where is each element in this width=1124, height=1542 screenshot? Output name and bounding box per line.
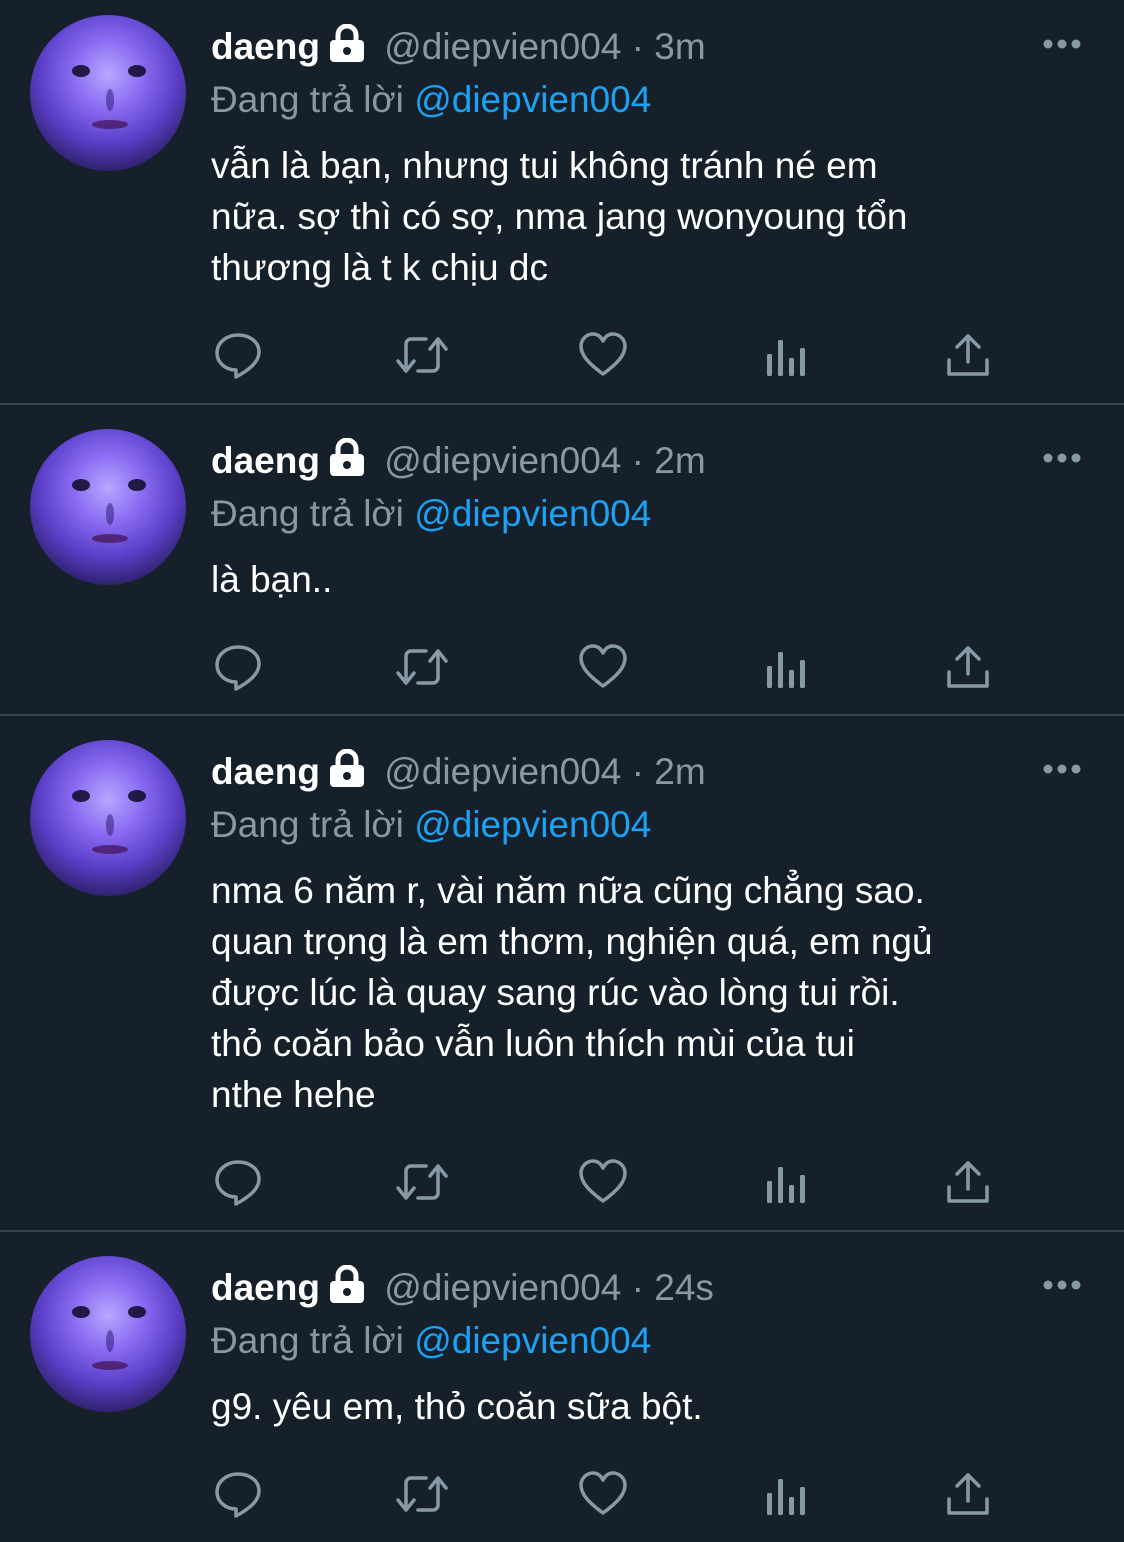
tweet-text: vẫn là bạn, nhưng tui không tránh né em … <box>211 145 908 288</box>
reply-prefix: Đang trả lời <box>211 804 404 845</box>
lock-icon <box>326 1264 368 1313</box>
avatar[interactable] <box>30 429 186 585</box>
tweet-header: daeng @diepvien004 · 3m <box>211 23 908 72</box>
tweet-text: g9. yêu em, thỏ coăn sữa bột. <box>211 1386 703 1427</box>
reply-mention[interactable]: @diepvien004 <box>414 79 651 120</box>
retweet-icon[interactable] <box>394 1157 448 1207</box>
tweet[interactable]: daeng @diepvien004 · 2m Đang trả lời @di… <box>0 405 1124 716</box>
tweet-header: daeng @diepvien004 · 24s <box>211 1264 714 1313</box>
tweet-actions <box>211 642 1001 692</box>
reply-context: Đang trả lời @diepvien004 <box>211 1319 714 1363</box>
tweet-actions <box>211 1157 1001 1207</box>
reply-icon[interactable] <box>213 1469 263 1519</box>
analytics-icon[interactable] <box>763 1469 813 1519</box>
like-icon[interactable] <box>578 330 628 380</box>
tweet-actions <box>211 1469 1001 1519</box>
reply-mention[interactable]: @diepvien004 <box>414 493 651 534</box>
separator: · <box>631 1267 644 1308</box>
tweet-header: daeng @diepvien004 · 2m <box>211 437 706 486</box>
reply-prefix: Đang trả lời <box>211 493 404 534</box>
reply-context: Đang trả lời @diepvien004 <box>211 803 933 847</box>
display-name[interactable]: daeng <box>211 751 320 792</box>
reply-prefix: Đang trả lời <box>211 79 404 120</box>
reply-mention[interactable]: @diepvien004 <box>414 804 651 845</box>
analytics-icon[interactable] <box>763 642 813 692</box>
tweet[interactable]: daeng @diepvien004 · 2m Đang trả lời @di… <box>0 716 1124 1232</box>
separator: · <box>631 440 644 481</box>
timestamp[interactable]: 2m <box>654 751 705 792</box>
handle[interactable]: @diepvien004 <box>384 1267 621 1308</box>
lock-icon <box>326 748 368 797</box>
lock-icon <box>326 437 368 486</box>
retweet-icon[interactable] <box>394 1469 448 1519</box>
more-options-icon[interactable] <box>1042 762 1082 774</box>
retweet-icon[interactable] <box>394 330 448 380</box>
tweet-header: daeng @diepvien004 · 2m <box>211 748 933 797</box>
tweet-text: nma 6 năm r, vài năm nữa cũng chẳng sao.… <box>211 870 933 1115</box>
share-icon[interactable] <box>943 330 993 380</box>
handle[interactable]: @diepvien004 <box>384 440 621 481</box>
timestamp[interactable]: 2m <box>654 440 705 481</box>
avatar[interactable] <box>30 15 186 171</box>
display-name[interactable]: daeng <box>211 26 320 67</box>
timestamp[interactable]: 3m <box>654 26 705 67</box>
tweet[interactable]: daeng @diepvien004 · 24s Đang trả lời @d… <box>0 1232 1124 1542</box>
timestamp[interactable]: 24s <box>654 1267 714 1308</box>
tweet[interactable]: daeng @diepvien004 · 3m Đang trả lời @di… <box>0 0 1124 405</box>
more-options-icon[interactable] <box>1042 37 1082 49</box>
share-icon[interactable] <box>943 642 993 692</box>
analytics-icon[interactable] <box>763 330 813 380</box>
share-icon[interactable] <box>943 1469 993 1519</box>
handle[interactable]: @diepvien004 <box>384 26 621 67</box>
reply-icon[interactable] <box>213 1157 263 1207</box>
like-icon[interactable] <box>578 1469 628 1519</box>
tweet-text: là bạn.. <box>211 559 333 600</box>
more-options-icon[interactable] <box>1042 1278 1082 1290</box>
separator: · <box>631 751 644 792</box>
like-icon[interactable] <box>578 642 628 692</box>
reply-icon[interactable] <box>213 330 263 380</box>
retweet-icon[interactable] <box>394 642 448 692</box>
avatar[interactable] <box>30 740 186 896</box>
like-icon[interactable] <box>578 1157 628 1207</box>
reply-context: Đang trả lời @diepvien004 <box>211 492 706 536</box>
more-options-icon[interactable] <box>1042 451 1082 463</box>
handle[interactable]: @diepvien004 <box>384 751 621 792</box>
display-name[interactable]: daeng <box>211 440 320 481</box>
tweet-actions <box>211 330 1001 380</box>
reply-prefix: Đang trả lời <box>211 1320 404 1361</box>
reply-icon[interactable] <box>213 642 263 692</box>
reply-context: Đang trả lời @diepvien004 <box>211 78 908 122</box>
lock-icon <box>326 23 368 72</box>
display-name[interactable]: daeng <box>211 1267 320 1308</box>
reply-mention[interactable]: @diepvien004 <box>414 1320 651 1361</box>
avatar[interactable] <box>30 1256 186 1412</box>
separator: · <box>631 26 644 67</box>
analytics-icon[interactable] <box>763 1157 813 1207</box>
share-icon[interactable] <box>943 1157 993 1207</box>
